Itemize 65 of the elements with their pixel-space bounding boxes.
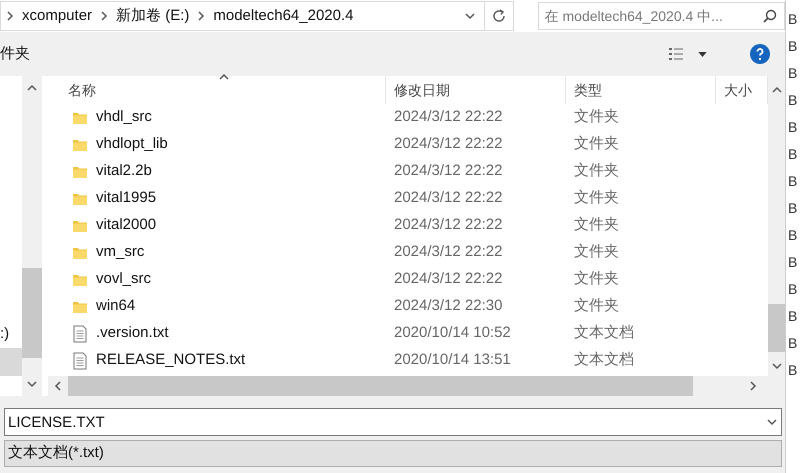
breadcrumb[interactable]: modeltech64_2020.4 [210,4,356,28]
file-name[interactable]: RELEASE_NOTES.txt [96,349,246,372]
background-text: B [787,307,798,326]
file-name-field[interactable]: LICENSE.TXT [4,408,782,436]
modified-date: 2024/3/12 22:22 [393,134,504,154]
background-text: B [787,118,798,137]
file-name[interactable]: vital2.2b [96,160,152,183]
item-type: 文件夹 [573,242,620,262]
modified-date: 2024/3/12 22:22 [393,188,504,208]
background-text: B [787,37,798,56]
background-text: B [787,280,798,299]
view-options-icon[interactable] [668,46,684,62]
item-type: 文件夹 [573,296,620,316]
background-text: B [787,10,798,29]
file-name[interactable]: .version.txt [96,322,169,345]
file-name[interactable]: vovl_src [96,268,152,291]
modified-date: 2020/10/14 10:52 [393,323,512,344]
background-text: B [787,199,798,218]
background-text: B [787,64,798,83]
modified-date: 2024/3/12 22:30 [393,296,504,316]
file-name[interactable]: vm_src [96,241,144,264]
breadcrumb[interactable]: 新加卷 (E:) [113,4,192,28]
file-name[interactable]: vital2000 [96,214,156,237]
breadcrumb[interactable]: xcomputer [19,4,96,28]
scrollbar-thumb[interactable] [22,268,42,358]
help-icon[interactable] [750,44,770,64]
text-file-icon [72,324,88,342]
background-text: B [787,334,798,353]
refresh-icon[interactable] [490,8,507,24]
scrollbar-thumb[interactable] [768,304,785,352]
file-type-dropdown[interactable]: 文本文档(*.txt) [4,440,782,467]
item-type: 文本文档 [573,323,635,344]
background-text: B [787,226,798,245]
scrollbar-thumb[interactable] [68,376,693,396]
item-type: 文件夹 [573,107,620,128]
modified-date: 2024/3/12 22:22 [393,161,504,182]
column-header[interactable]: 类型 [566,76,716,104]
modified-date: 2024/3/12 22:22 [393,107,504,128]
file-name[interactable]: vhdl_src [96,106,152,129]
item-type: 文件夹 [573,269,620,290]
file-name[interactable]: win64 [96,295,136,318]
text-file-icon [72,352,88,370]
caret-icon[interactable] [698,52,707,56]
background-text: B [787,172,798,191]
nav-item[interactable]: :) [0,320,22,348]
column-header[interactable]: 名称 [48,76,386,104]
modified-date: 2020/10/14 13:51 [393,350,512,370]
new-folder-button[interactable]: 件夹 [0,42,30,66]
file-name[interactable]: vhdlopt_lib [96,133,168,156]
column-header[interactable]: 修改日期 [386,76,566,104]
item-type: 文件夹 [573,134,620,154]
item-type: 文本文档 [573,350,635,370]
background-text: B [787,361,798,380]
background-text: B [787,91,798,110]
search-field[interactable]: 在 modeltech64_2020.4 中... [538,2,785,30]
item-type: 文件夹 [573,188,620,208]
file-name[interactable]: vital1995 [96,187,156,210]
search-icon [762,8,778,24]
background-text: B [787,145,798,164]
modified-date: 2024/3/12 22:22 [393,242,504,262]
item-type: 文件夹 [573,215,620,236]
background-text: B [787,253,798,272]
modified-date: 2024/3/12 22:22 [393,269,504,290]
item-type: 文件夹 [573,161,620,182]
modified-date: 2024/3/12 22:22 [393,215,504,236]
